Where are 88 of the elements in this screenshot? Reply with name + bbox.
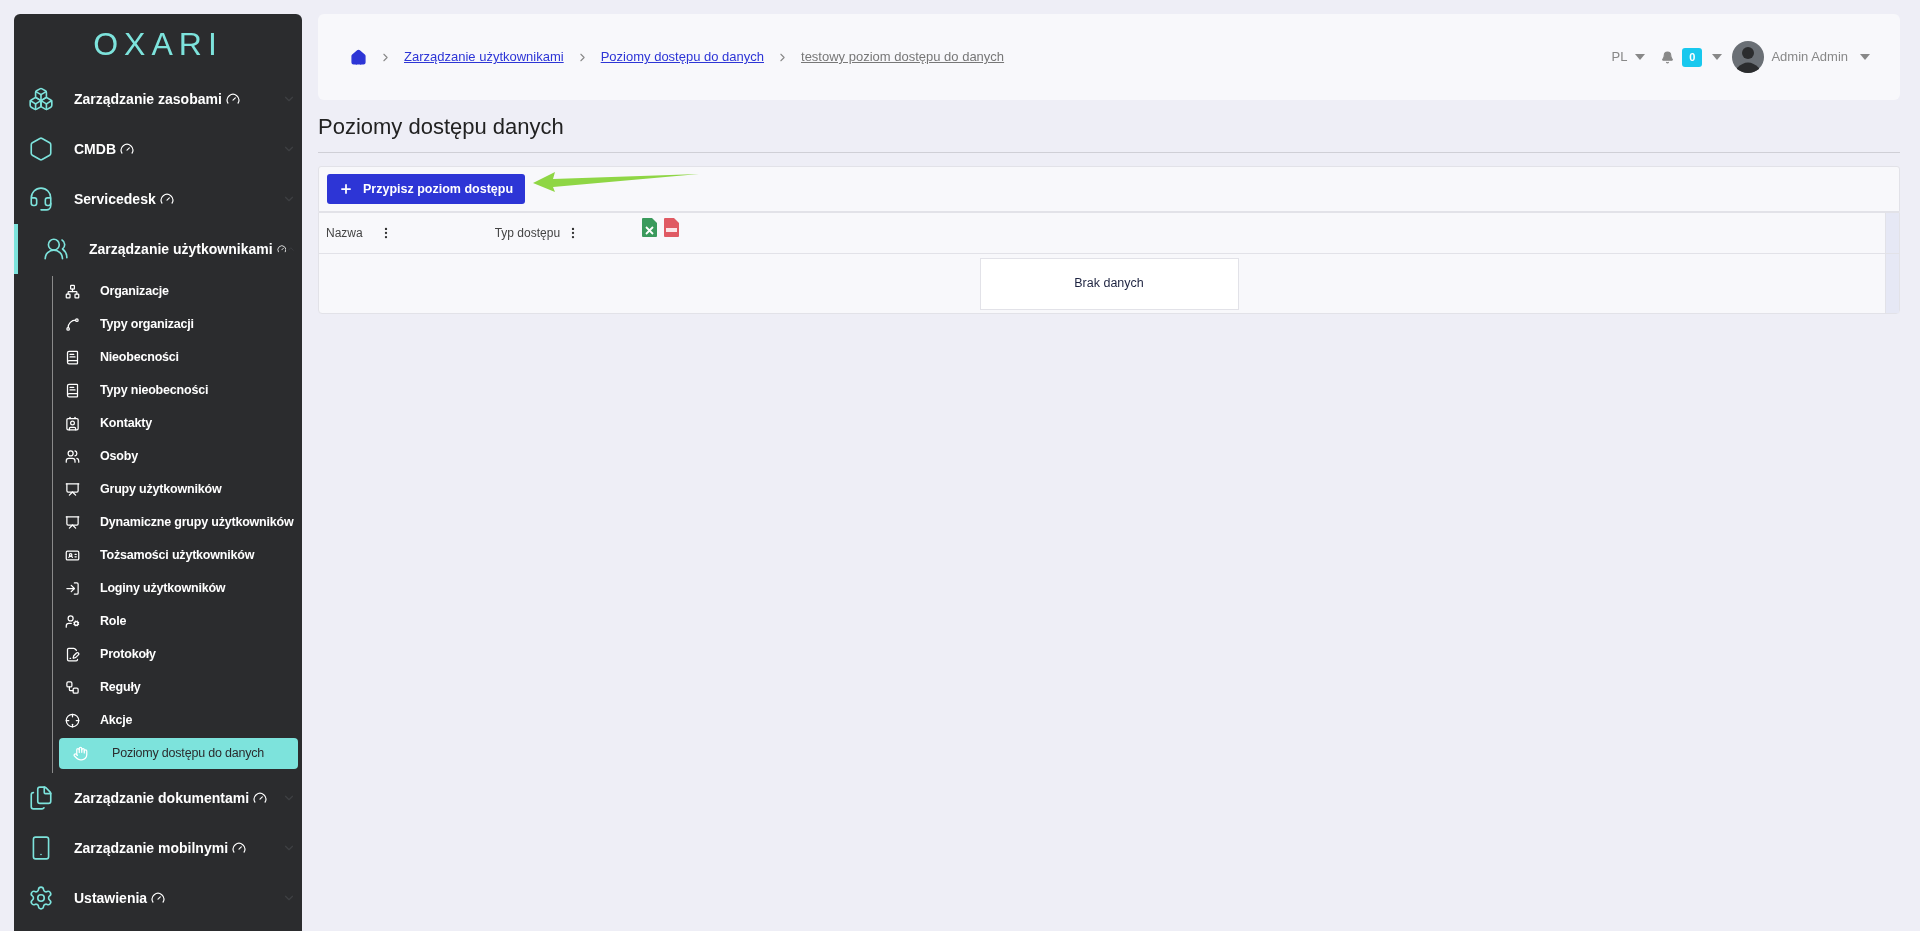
submenu-item[interactable]: Reguły [53, 672, 302, 703]
page-title: Poziomy dostępu danych [318, 113, 564, 141]
submenu-item-label: Reguły [100, 679, 141, 697]
submenu-item-label: Grupy użytkowników [100, 481, 222, 499]
dropdown-arrow-icon [1635, 54, 1646, 60]
hexagon-icon [28, 136, 54, 162]
headset-icon [28, 186, 54, 212]
login-icon [65, 581, 80, 596]
user-cog-icon [65, 614, 80, 629]
sidebar-item-label: Ustawienia [74, 888, 148, 908]
nodes-icon [65, 317, 80, 332]
sidebar-item-label: Zarządzanie zasobami [74, 89, 222, 109]
hand-icon [73, 746, 88, 761]
sidebar-item[interactable]: CMDB [14, 124, 302, 174]
submenu-item[interactable]: Akcje [53, 705, 302, 736]
submenu-item[interactable]: Loginy użytkowników [53, 573, 302, 604]
gauge-icon [253, 791, 268, 805]
submenu-item-label: Typy organizacji [100, 316, 194, 334]
gear-icon [28, 885, 54, 911]
breadcrumb-link[interactable]: Poziomy dostępu do danych [600, 47, 764, 67]
bell-icon[interactable] [1661, 50, 1675, 64]
submenu-item[interactable]: Poziomy dostępu do danych [59, 738, 298, 769]
pdf-export-icon[interactable] [664, 217, 680, 237]
workflow-icon [65, 680, 80, 695]
book-icon [65, 350, 80, 365]
dropdown-arrow-icon [1712, 54, 1723, 60]
gauge-icon [225, 92, 240, 106]
submenu-item[interactable]: Dynamiczne grupy użytkowników [53, 507, 302, 538]
sidebar-item[interactable]: Servicedesk [14, 174, 302, 224]
submenu-item-label: Tożsamości użytkowników [100, 547, 255, 565]
book-icon [65, 383, 80, 398]
gauge-icon [120, 142, 134, 156]
sidebar-item[interactable]: Zarządzanie dokumentami [14, 773, 302, 823]
submenu-item-label: Typy nieobecności [100, 382, 209, 400]
contact-icon [65, 416, 80, 431]
column-header[interactable]: Typ dostępu [494, 224, 561, 242]
notification-badge: 0 [1682, 47, 1703, 67]
home-icon[interactable] [350, 48, 367, 66]
target-icon [65, 713, 80, 728]
avatar[interactable] [1732, 41, 1765, 73]
submenu-item-label: Loginy użytkowników [100, 580, 226, 598]
submenu-item-label: Role [100, 613, 127, 631]
submenu-item[interactable]: Nieobecności [53, 342, 302, 373]
sidebar-item[interactable]: Zarządzanie użytkownikami [14, 224, 302, 274]
submenu-item[interactable]: Tożsamości użytkowników [53, 540, 302, 571]
sidebar-item-label: CMDB [74, 139, 116, 159]
sidebar-item-label: Zarządzanie dokumentami [74, 788, 250, 808]
excel-export-icon[interactable] [642, 217, 658, 237]
people-icon [43, 236, 69, 262]
sidebar-item-label: Zarządzanie mobilnymi [74, 838, 229, 858]
submenu-item[interactable]: Organizacje [53, 276, 302, 307]
submenu-item[interactable]: Role [53, 606, 302, 637]
sidebar-item[interactable]: Zarządzanie mobilnymi [14, 823, 302, 873]
submenu-item-label: Protokoły [100, 646, 156, 664]
empty-message: Brak danych [979, 257, 1239, 310]
submenu-item-label: Nieobecności [100, 349, 179, 367]
sidebar-item[interactable]: Ustawienia [14, 873, 302, 923]
submenu-item[interactable]: Grupy użytkowników [53, 474, 302, 505]
id-card-icon [65, 548, 80, 563]
submenu-item[interactable]: Typy nieobecności [53, 375, 302, 406]
sidebar-item-label: Zarządzanie użytkownikami [89, 239, 273, 259]
users-icon [65, 449, 80, 464]
breadcrumb-link[interactable]: testowy poziom dostępu do danych [801, 47, 1005, 67]
logo: OXARI [93, 28, 223, 60]
documents-icon [28, 785, 54, 811]
plus-icon [339, 182, 353, 196]
submenu-item[interactable]: Kontakty [53, 408, 302, 439]
gauge-icon [159, 192, 174, 206]
add-button[interactable]: Przypisz poziom dostępu [327, 174, 525, 204]
column-header[interactable]: Nazwa [326, 225, 363, 241]
dropdown-arrow-icon [1860, 54, 1870, 60]
sidebar-item[interactable]: Zarządzanie zasobami [14, 74, 302, 124]
gauge-icon [232, 841, 247, 855]
signature-icon [65, 647, 80, 662]
breadcrumb-link[interactable]: Zarządzanie użytkownikami [404, 47, 564, 67]
submenu-item-label: Osoby [100, 448, 138, 466]
sidebar-item-label: Servicedesk [74, 189, 156, 209]
submenu-item[interactable]: Osoby [53, 441, 302, 472]
submenu-item-label: Akcje [100, 712, 133, 730]
submenu-item-label: Organizacje [100, 283, 169, 301]
submenu-item[interactable]: Typy organizacji [53, 309, 302, 340]
submenu-item[interactable]: Protokoły [53, 639, 302, 670]
submenu-item-label: Poziomy dostępu do danych [112, 745, 265, 763]
submenu-item-label: Dynamiczne grupy użytkowników [100, 514, 294, 532]
submenu-item-label: Kontakty [100, 415, 152, 433]
gauge-icon [151, 891, 166, 905]
user-name[interactable]: Admin Admin [1771, 47, 1848, 67]
hierarchy-icon [65, 284, 80, 299]
